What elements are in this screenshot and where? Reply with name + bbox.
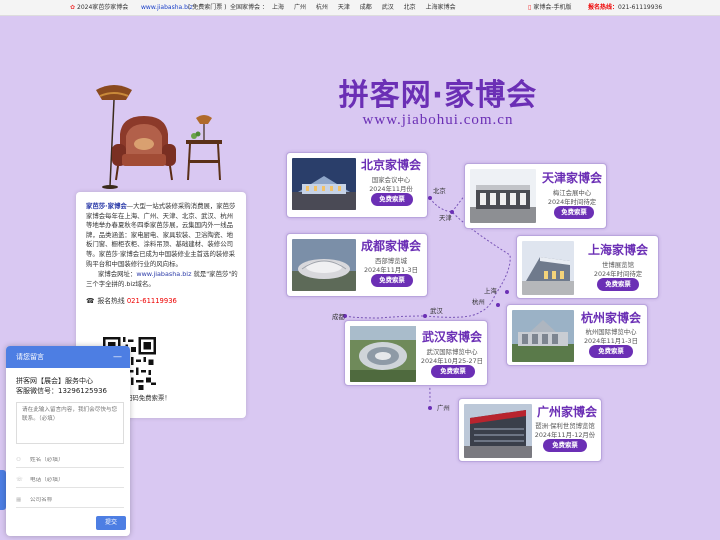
card-title: 上海家博会 — [587, 243, 648, 257]
card-date: 2024年时间待定 — [593, 270, 643, 278]
venue-photo — [292, 158, 356, 210]
company-field: ▦ — [16, 492, 124, 508]
card-date: 2024年11月1-3日 — [583, 337, 638, 345]
free-ticket-button[interactable]: 免费索票 — [371, 193, 413, 206]
card-date: 2024年11月1-3日 — [363, 266, 418, 274]
company-input[interactable] — [30, 497, 110, 503]
free-ticket-button[interactable]: 免费索票 — [371, 274, 413, 287]
card-venue: 武汉国际博览中心 — [426, 348, 478, 356]
city-link[interactable]: 武汉 — [382, 4, 394, 11]
message-widget: 请您留言 — 拼客网【展会】服务中心 客服微信号：13296125936 ⚇ ☏… — [6, 346, 130, 536]
phone-icon: ☏ — [16, 477, 23, 483]
hero-title: 拼客网·家博会 — [338, 78, 538, 113]
card-venue: 西部博览城 — [375, 257, 407, 265]
map-label-guangzhou: 广州 — [437, 404, 450, 412]
card-venue: 琶洲·保利世贸博览馆 — [535, 422, 595, 430]
message-content-input[interactable] — [16, 402, 124, 444]
about-brand[interactable]: 家芭莎·家博会 — [86, 202, 127, 210]
free-ticket-button[interactable]: 免费索票 — [589, 345, 633, 358]
map-label-beijing: 北京 — [433, 187, 446, 195]
telephone-icon: ☎ — [86, 297, 95, 306]
card-date: 2024年时间待定 — [547, 198, 597, 206]
venue-photo — [292, 239, 356, 291]
map-label-chengdu: 成都 — [332, 313, 345, 321]
card-wuhan: 武汉家博会 武汉国际博览中心 2024年10月25-27日 免费索票 — [344, 320, 488, 386]
qr-caption: 扫码免费索票！ — [126, 394, 171, 402]
submit-button[interactable]: 提交 — [96, 516, 126, 530]
map-label-tianjin: 天津 — [439, 214, 452, 222]
free-ticket-link[interactable]: ( 免费索门票 ) — [188, 0, 227, 16]
card-venue: 国家会议中心 — [371, 176, 411, 184]
map-label-wuhan: 武汉 — [430, 307, 443, 315]
furniture-illustration — [96, 85, 222, 189]
city-link[interactable]: 杭州 — [316, 4, 328, 11]
map-label-hangzhou: 杭州 — [472, 298, 485, 306]
about-hotline: ☎ 报名热线 021-61119936 — [86, 297, 177, 306]
card-tianjin: 天津家博会 梅江会展中心 2024年时间待定 免费索票 — [464, 163, 607, 229]
top-bar: ✿ 2024家芭莎家博会 www.jiabasha.biz ( 免费索门票 ) 全… — [0, 0, 720, 16]
phone-input[interactable] — [30, 477, 110, 483]
venue-photo — [512, 310, 574, 362]
card-date: 2024年11月份 — [369, 185, 413, 193]
city-links: 上海 广州 杭州 天津 成都 武汉 北京 上海家博会 — [272, 0, 464, 16]
city-link[interactable]: 天津 — [338, 4, 350, 11]
card-beijing: 北京家博会 国家会议中心 2024年11月份 免费索票 — [286, 152, 428, 218]
card-title: 广州家博会 — [536, 405, 597, 419]
flower-icon: ✿ — [70, 4, 76, 11]
hero-url[interactable]: www.jiabohui.com.cn — [330, 112, 546, 129]
card-date: 2024年10月25-27日 — [420, 357, 484, 365]
building-icon: ▦ — [16, 497, 22, 503]
message-info: 拼客网【展会】服务中心 客服微信号：13296125936 — [16, 377, 107, 395]
name-field: ⚇ — [16, 452, 124, 468]
home-link[interactable]: ✿ 2024家芭莎家博会 — [70, 0, 128, 16]
card-shanghai: 上海家博会 世博展览馆 2024年时间待定 免费索票 — [516, 235, 659, 299]
card-title: 天津家博会 — [541, 171, 602, 185]
free-ticket-button[interactable]: 免费索票 — [431, 365, 475, 378]
venue-photo — [350, 326, 416, 382]
about-site-link[interactable]: www.jiabasha.biz — [136, 270, 191, 278]
card-title: 武汉家博会 — [421, 330, 482, 344]
user-icon: ⚇ — [16, 457, 22, 463]
free-ticket-button[interactable]: 免费索票 — [543, 439, 587, 452]
name-input[interactable] — [30, 457, 110, 463]
phone-icon: ▯ — [528, 4, 532, 11]
city-link[interactable]: 广州 — [294, 4, 306, 11]
card-chengdu: 成都家博会 西部博览城 2024年11月1-3日 免费索票 — [286, 233, 428, 297]
free-ticket-button[interactable]: 免费索票 — [597, 278, 639, 291]
topbar-hotline: 报名热线：021-61119936 — [588, 4, 663, 11]
phone-field: ☏ — [16, 472, 124, 488]
city-link[interactable]: 上海 — [272, 4, 284, 11]
mobile-link[interactable]: ▯ 家博会-手机版 — [528, 0, 571, 16]
card-venue: 杭州国际博览中心 — [585, 328, 637, 336]
card-date: 2024年11月-12月份 — [534, 431, 596, 439]
site-link[interactable]: www.jiabasha.biz — [141, 0, 193, 16]
cities-label: 全国家博会 ： — [230, 4, 268, 11]
about-site: 家博会网址：www.jiabasha.biz 就是"家芭莎"的三个字全拼的.bi… — [86, 270, 238, 288]
free-ticket-button[interactable]: 免费索票 — [554, 206, 594, 219]
venue-photo — [522, 241, 574, 295]
card-guangzhou: 广州家博会 琶洲·保利世贸博览馆 2024年11月-12月份 免费索票 — [458, 398, 602, 462]
card-hangzhou: 杭州家博会 杭州国际博览中心 2024年11月1-3日 免费索票 — [506, 304, 648, 366]
card-title: 杭州家博会 — [580, 311, 641, 325]
card-title: 北京家博会 — [360, 158, 421, 172]
city-link[interactable]: 北京 — [404, 4, 416, 11]
card-title: 成都家博会 — [360, 239, 421, 253]
message-header: 请您留言 — — [6, 346, 130, 368]
about-intro: 家芭莎·家博会—大型一站式装修采购消费展，家芭莎家博会每年在上海、广州、天津、北… — [86, 202, 236, 268]
map-label-shanghai: 上海 — [484, 287, 497, 295]
card-venue: 世博展览馆 — [602, 261, 634, 269]
city-link[interactable]: 成都 — [360, 4, 372, 11]
card-venue: 梅江会展中心 — [552, 189, 592, 197]
venue-photo — [464, 404, 532, 458]
city-link[interactable]: 上海家博会 — [426, 4, 456, 11]
minimize-icon[interactable]: — — [113, 346, 122, 368]
venue-photo — [470, 169, 536, 223]
